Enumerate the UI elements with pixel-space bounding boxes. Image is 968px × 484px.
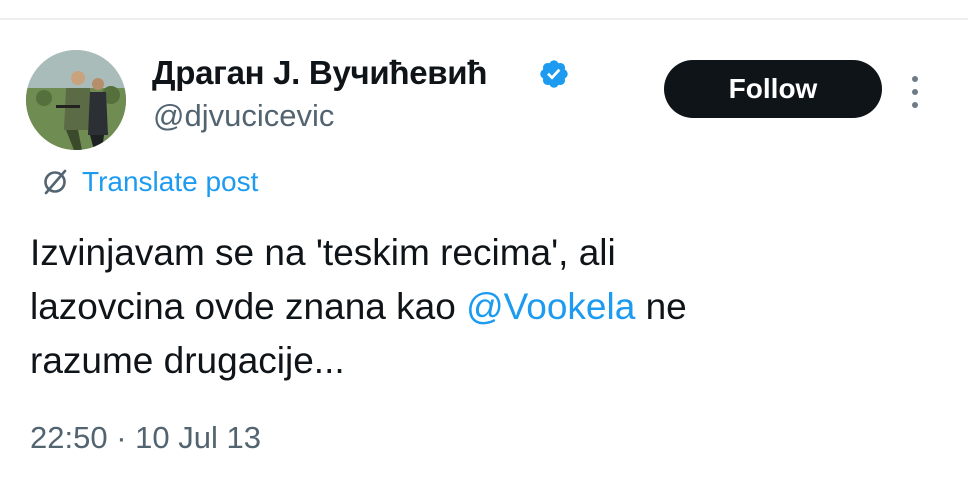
top-divider xyxy=(0,18,968,20)
translate-post-link[interactable]: Translate post xyxy=(40,164,258,200)
translate-label: Translate post xyxy=(82,166,259,197)
tweet-text-segment: lazovcina ovde znana kao xyxy=(30,286,467,327)
display-name[interactable]: Драган Ј. Вучићевић xyxy=(152,54,487,92)
tweet-line: lazovcina ovde znana kao @Vookela ne xyxy=(30,280,930,334)
translate-icon xyxy=(44,169,67,195)
follow-button[interactable]: Follow xyxy=(664,60,882,118)
more-dot xyxy=(912,102,918,108)
more-vertical-icon[interactable] xyxy=(905,72,925,112)
timestamp[interactable]: 22:50 · 10 Jul 13 xyxy=(30,420,261,456)
post-time: 22:50 xyxy=(30,420,108,455)
avatar[interactable] xyxy=(26,50,126,150)
post-date: 10 Jul 13 xyxy=(135,420,261,455)
verified-badge-icon xyxy=(540,60,568,88)
more-dot xyxy=(912,76,918,82)
handle[interactable]: @djvucicevic xyxy=(153,98,334,134)
tweet-line: Izvinjavam se na 'teskim recima', ali xyxy=(30,232,616,273)
meta-separator: · xyxy=(107,420,136,455)
mention-link[interactable]: @Vookela xyxy=(466,286,635,327)
tweet-text-segment: ne xyxy=(635,286,687,327)
avatar-photo xyxy=(26,50,126,150)
tweet-text: Izvinjavam se na 'teskim recima', ali la… xyxy=(30,226,930,388)
tweet-line: razume drugacije... xyxy=(30,340,345,381)
more-dot xyxy=(912,89,918,95)
